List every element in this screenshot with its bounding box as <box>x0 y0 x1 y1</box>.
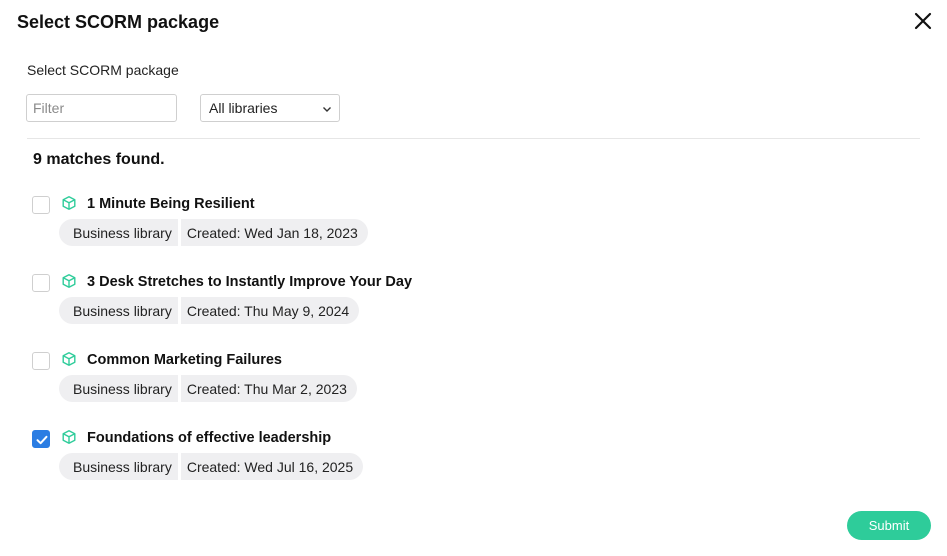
item-meta: Business library Created: Thu May 9, 202… <box>59 297 360 324</box>
meta-separator <box>177 219 181 246</box>
item-title[interactable]: 3 Desk Stretches to Instantly Improve Yo… <box>87 272 412 292</box>
item-title[interactable]: 1 Minute Being Resilient <box>87 194 255 214</box>
list-item: Foundations of effective leadership Busi… <box>32 425 732 493</box>
library-select[interactable]: All libraries <box>200 94 340 122</box>
divider <box>27 138 920 139</box>
meta-separator <box>177 375 181 402</box>
close-icon[interactable] <box>911 9 935 33</box>
item-created: Created: Thu May 9, 2024 <box>186 302 350 319</box>
meta-separator <box>177 297 181 324</box>
filter-input[interactable] <box>26 94 177 122</box>
item-checkbox[interactable] <box>32 352 50 370</box>
item-meta: Business library Created: Thu Mar 2, 202… <box>59 375 357 402</box>
item-title[interactable]: Foundations of effective leadership <box>87 428 331 448</box>
item-library: Business library <box>73 458 172 475</box>
item-meta: Business library Created: Wed Jul 16, 20… <box>59 453 364 480</box>
list-item: 3 Desk Stretches to Instantly Improve Yo… <box>32 269 732 337</box>
item-library: Business library <box>73 302 172 319</box>
item-checkbox[interactable] <box>32 430 50 448</box>
item-created: Created: Thu Mar 2, 2023 <box>186 380 347 397</box>
item-title[interactable]: Common Marketing Failures <box>87 350 282 370</box>
package-icon <box>62 430 76 444</box>
package-icon <box>62 274 76 288</box>
form-subtitle: Select SCORM package <box>27 62 179 78</box>
item-meta: Business library Created: Wed Jan 18, 20… <box>59 219 368 246</box>
results-summary: 9 matches found. <box>33 151 165 168</box>
list-item: 1 Minute Being Resilient Business librar… <box>32 191 732 259</box>
submit-button[interactable]: Submit <box>847 511 931 540</box>
chevron-down-icon <box>323 107 331 112</box>
item-checkbox[interactable] <box>32 196 50 214</box>
meta-separator <box>177 453 181 480</box>
package-icon <box>62 352 76 366</box>
list-item: Common Marketing Failures Business libra… <box>32 347 732 415</box>
dialog-title: Select SCORM package <box>17 12 220 32</box>
item-created: Created: Wed Jan 18, 2023 <box>186 224 358 241</box>
item-created: Created: Wed Jul 16, 2025 <box>186 458 354 475</box>
item-library: Business library <box>73 224 172 241</box>
item-library: Business library <box>73 380 172 397</box>
package-icon <box>62 196 76 210</box>
library-select-value: All libraries <box>209 100 278 116</box>
item-checkbox[interactable] <box>32 274 50 292</box>
